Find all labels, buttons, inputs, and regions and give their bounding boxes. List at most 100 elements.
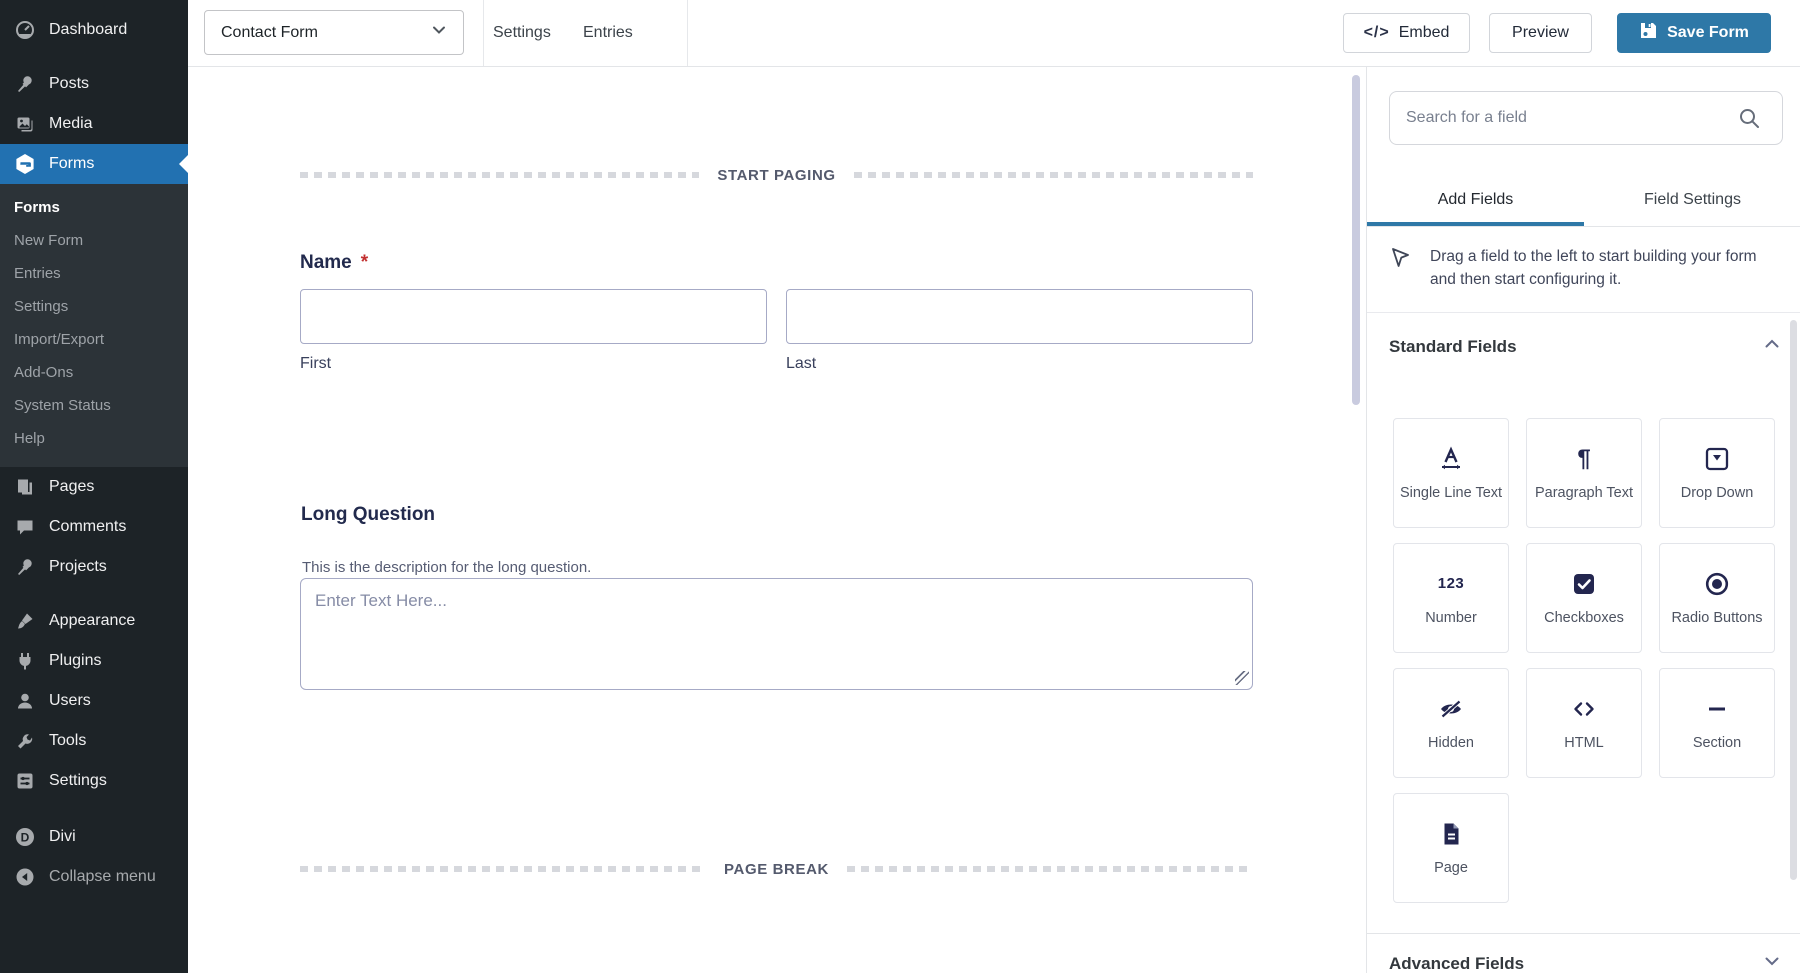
page-break-field[interactable]: PAGE BREAK — [300, 861, 1253, 878]
field-button-hidden[interactable]: Hidden — [1393, 668, 1509, 778]
media-icon — [14, 113, 36, 135]
tab-field-settings[interactable]: Field Settings — [1584, 175, 1800, 226]
dashed-line — [853, 172, 1253, 178]
field-button-section[interactable]: Section — [1659, 668, 1775, 778]
sidebar-item-label: Collapse menu — [49, 868, 156, 885]
field-button-checkboxes[interactable]: Checkboxes — [1526, 543, 1642, 653]
paintbrush-icon — [14, 610, 36, 632]
field-button-single-line-text[interactable]: Single Line Text — [1393, 418, 1509, 528]
required-asterisk: * — [360, 252, 369, 273]
save-form-button[interactable]: Save Form — [1617, 13, 1771, 53]
sidebar-item-forms[interactable]: Forms — [0, 144, 188, 184]
sidebar-item-settings[interactable]: Settings — [0, 761, 188, 801]
embed-button[interactable]: </> Embed — [1343, 13, 1470, 53]
long-question-textarea[interactable] — [300, 578, 1253, 690]
sidebar-item-tools[interactable]: Tools — [0, 721, 188, 761]
textarea-resize-grip[interactable] — [1235, 671, 1249, 685]
page-document-icon — [1438, 820, 1464, 847]
submenu-item-entries[interactable]: Entries — [0, 257, 188, 290]
start-paging-field[interactable]: START PAGING — [300, 167, 1253, 184]
form-selector-value: Contact Form — [221, 23, 318, 41]
standard-fields-grid: Single Line Text ¶ Paragraph Text Drop D… — [1393, 418, 1776, 903]
submenu-item-new-form[interactable]: New Form — [0, 224, 188, 257]
canvas-scrollbar-thumb[interactable] — [1352, 75, 1360, 405]
dashed-line — [846, 866, 1253, 872]
sidebar-item-comments[interactable]: Comments — [0, 507, 188, 547]
standard-fields-header[interactable]: Standard Fields — [1389, 335, 1781, 358]
sidebar-item-dashboard[interactable]: Dashboard — [0, 10, 188, 50]
code-icon: </> — [1363, 24, 1390, 41]
name-last-input[interactable] — [786, 289, 1253, 344]
sidebar-scrollbar-thumb[interactable] — [1790, 320, 1797, 880]
paragraph-text-icon: ¶ — [1577, 444, 1591, 472]
gravity-forms-icon — [14, 153, 36, 175]
section-dash-icon — [1704, 695, 1730, 722]
name-first-input[interactable] — [300, 289, 767, 344]
field-button-html[interactable]: HTML — [1526, 668, 1642, 778]
drag-hint: Drag a field to the left to start buildi… — [1389, 245, 1781, 291]
first-sublabel: First — [300, 355, 332, 372]
sidebar-item-label: Comments — [49, 518, 127, 535]
comment-bubble-icon — [14, 516, 36, 538]
chevron-down-icon — [431, 22, 447, 43]
form-entries-link[interactable]: Entries — [583, 0, 633, 66]
preview-button[interactable]: Preview — [1489, 13, 1592, 53]
sidebar-item-label: Appearance — [49, 612, 136, 629]
divi-icon: D — [14, 826, 36, 848]
submenu-item-forms[interactable]: Forms — [0, 191, 188, 224]
sidebar-item-collapse-menu[interactable]: Collapse menu — [0, 857, 188, 897]
user-icon — [14, 690, 36, 712]
form-selector-dropdown[interactable]: Contact Form — [204, 10, 464, 55]
radio-buttons-icon — [1704, 570, 1730, 597]
save-floppy-icon — [1639, 21, 1658, 45]
toolbar-divider — [483, 0, 484, 66]
submenu-item-help[interactable]: Help — [0, 422, 188, 455]
svg-text:D: D — [21, 831, 30, 845]
field-search-input[interactable] — [1389, 91, 1783, 145]
sidebar-item-label: Forms — [49, 155, 95, 172]
field-button-radio-buttons[interactable]: Radio Buttons — [1659, 543, 1775, 653]
tab-add-fields[interactable]: Add Fields — [1367, 175, 1584, 226]
sidebar-item-divi[interactable]: D Divi — [0, 817, 188, 857]
long-question-description: This is the description for the long que… — [302, 559, 592, 576]
sidebar-item-appearance[interactable]: Appearance — [0, 601, 188, 641]
gravity-forms-editor: Dashboard Posts Media Forms Forms New Fo… — [0, 0, 1800, 973]
field-button-drop-down[interactable]: Drop Down — [1659, 418, 1775, 528]
submenu-item-add-ons[interactable]: Add-Ons — [0, 356, 188, 389]
sidebar-item-label: Divi — [49, 828, 76, 845]
sidebar-item-label: Settings — [49, 772, 107, 789]
settings-sliders-icon — [14, 770, 36, 792]
form-settings-link[interactable]: Settings — [493, 0, 551, 66]
sidebar-item-users[interactable]: Users — [0, 681, 188, 721]
sidebar-item-label: Media — [49, 115, 93, 132]
plug-icon — [14, 650, 36, 672]
sidebar-item-label: Pages — [49, 478, 95, 495]
search-icon[interactable] — [1737, 106, 1761, 135]
drop-down-icon — [1704, 445, 1730, 472]
sidebar-item-label: Plugins — [49, 652, 102, 669]
sidebar-item-label: Projects — [49, 558, 107, 575]
checkboxes-icon — [1571, 570, 1597, 597]
field-button-paragraph-text[interactable]: ¶ Paragraph Text — [1526, 418, 1642, 528]
advanced-fields-header[interactable]: Advanced Fields — [1389, 952, 1781, 973]
submenu-item-settings[interactable]: Settings — [0, 290, 188, 323]
field-button-page[interactable]: Page — [1393, 793, 1509, 903]
sidebar-item-media[interactable]: Media — [0, 104, 188, 144]
eye-off-icon — [1438, 695, 1464, 722]
sidebar-item-plugins[interactable]: Plugins — [0, 641, 188, 681]
editor-toolbar: Contact Form Settings Entries </> Embed … — [188, 0, 1800, 67]
sidebar-item-label: Posts — [49, 75, 90, 92]
dashed-line — [300, 866, 707, 872]
sidebar-item-pages[interactable]: Pages — [0, 467, 188, 507]
forms-submenu: Forms New Form Entries Settings Import/E… — [0, 184, 188, 467]
submenu-item-import-export[interactable]: Import/Export — [0, 323, 188, 356]
drag-hint-text: Drag a field to the left to start buildi… — [1430, 248, 1757, 288]
sidebar-item-label: Users — [49, 692, 91, 709]
single-line-text-icon — [1438, 445, 1464, 472]
pages-icon — [14, 476, 36, 498]
field-button-number[interactable]: 123 Number — [1393, 543, 1509, 653]
submenu-item-system-status[interactable]: System Status — [0, 389, 188, 422]
collapse-arrow-icon — [14, 866, 36, 888]
sidebar-item-projects[interactable]: Projects — [0, 547, 188, 587]
sidebar-item-posts[interactable]: Posts — [0, 64, 188, 104]
